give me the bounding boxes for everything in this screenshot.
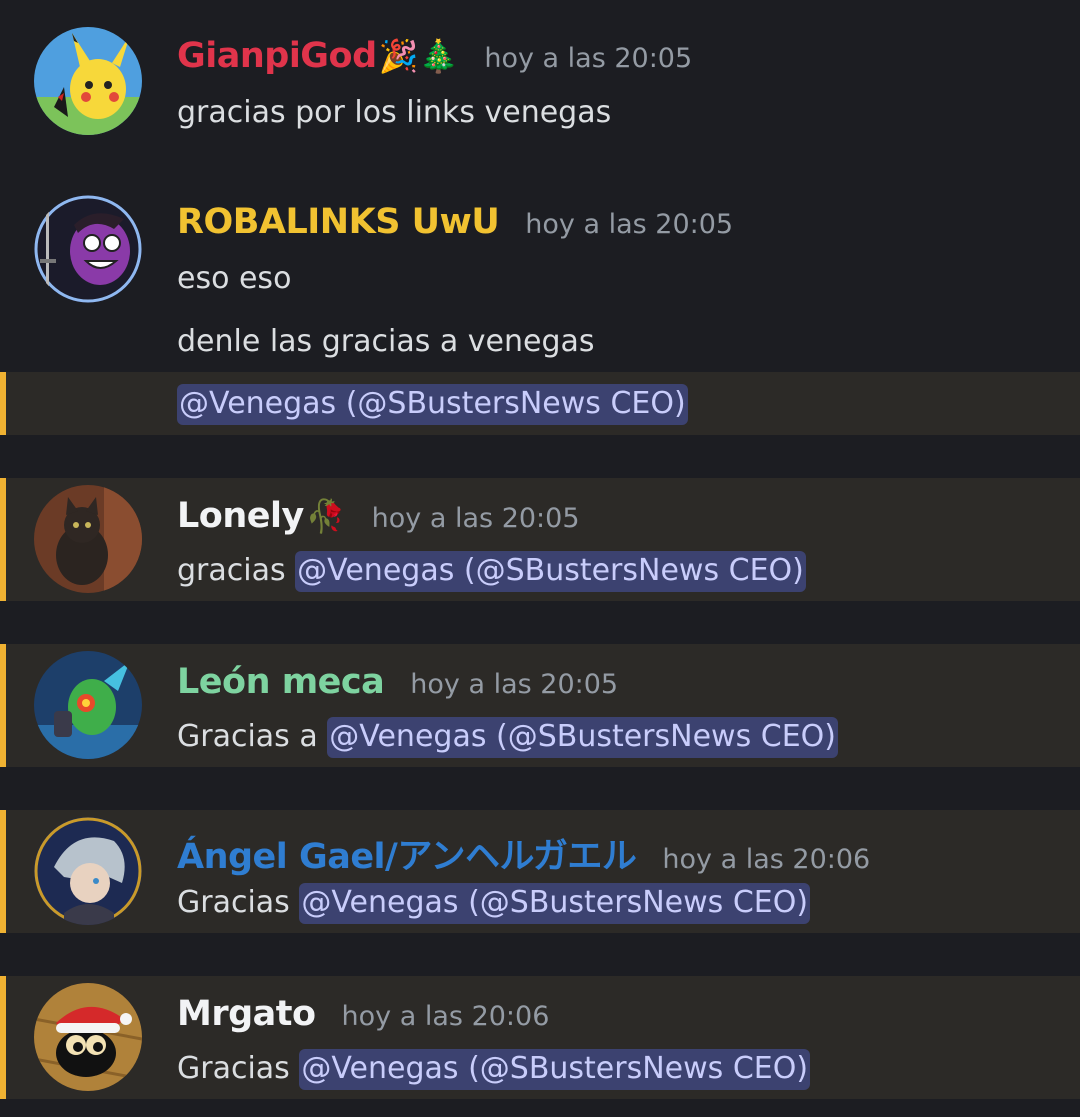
message-group: León meca hoy a las 20:05 Gracias a @Ven… bbox=[0, 644, 1080, 767]
username[interactable]: GianpiGod bbox=[177, 36, 377, 76]
user-mention[interactable]: @Venegas (@SBustersNews CEO) bbox=[295, 551, 806, 592]
timestamp[interactable]: hoy a las 20:05 bbox=[484, 43, 692, 74]
anime-character-avatar-icon[interactable] bbox=[34, 817, 142, 925]
green-robot-avatar-icon[interactable] bbox=[34, 651, 142, 759]
message-group: Ángel Gael/アンヘルガエル hoy a las 20:06 Graci… bbox=[0, 810, 1080, 933]
purple-cartoon-avatar-icon[interactable] bbox=[34, 195, 142, 303]
message-group: ROBALINKS UwU hoy a las 20:05 eso eso de… bbox=[0, 180, 1080, 372]
message-mentioned-row: @Venegas (@SBustersNews CEO) bbox=[0, 372, 1080, 435]
message-prefix: Gracias a bbox=[177, 719, 318, 754]
message-text: Gracias @Venegas (@SBustersNews CEO) bbox=[177, 883, 811, 924]
user-mention[interactable]: @Venegas (@SBustersNews CEO) bbox=[299, 1049, 811, 1090]
message-text: gracias @Venegas (@SBustersNews CEO) bbox=[177, 551, 806, 592]
username[interactable]: Mrgato bbox=[177, 994, 316, 1034]
timestamp[interactable]: hoy a las 20:05 bbox=[372, 503, 580, 534]
party-popper-christmas-tree-emoji: 🎉🎄 bbox=[378, 37, 459, 75]
user-mention[interactable]: @Venegas (@SBustersNews CEO) bbox=[177, 384, 688, 425]
message-text: gracias por los links venegas bbox=[177, 95, 612, 130]
pikachu-avatar-icon[interactable] bbox=[34, 27, 142, 135]
username[interactable]: ROBALINKS UwU bbox=[177, 202, 500, 242]
username[interactable]: León meca bbox=[177, 662, 385, 702]
message-prefix: gracias bbox=[177, 553, 286, 588]
wilted-rose-emoji: 🥀 bbox=[305, 497, 346, 535]
santa-hat-cat-avatar-icon[interactable] bbox=[34, 983, 142, 1091]
message-group: Mrgato hoy a las 20:06 Gracias @Venegas … bbox=[0, 976, 1080, 1099]
timestamp[interactable]: hoy a las 20:05 bbox=[525, 209, 733, 240]
message-group: Lonely 🥀 hoy a las 20:05 gracias @Venega… bbox=[0, 478, 1080, 601]
message-text: denle las gracias a venegas bbox=[177, 324, 595, 359]
message-text: eso eso bbox=[177, 261, 292, 296]
user-mention[interactable]: @Venegas (@SBustersNews CEO) bbox=[299, 883, 811, 924]
username[interactable]: Lonely bbox=[177, 496, 304, 536]
message-text: Gracias a @Venegas (@SBustersNews CEO) bbox=[177, 717, 838, 758]
user-mention[interactable]: @Venegas (@SBustersNews CEO) bbox=[327, 717, 838, 758]
message-prefix: Gracias bbox=[177, 885, 290, 920]
cat-avatar-icon[interactable] bbox=[34, 485, 142, 593]
message-text: @Venegas (@SBustersNews CEO) bbox=[177, 384, 688, 425]
timestamp[interactable]: hoy a las 20:05 bbox=[410, 669, 618, 700]
timestamp[interactable]: hoy a las 20:06 bbox=[662, 844, 870, 875]
message-text: Gracias @Venegas (@SBustersNews CEO) bbox=[177, 1049, 811, 1090]
username[interactable]: Ángel Gael/アンヘルガエル bbox=[177, 828, 637, 879]
timestamp[interactable]: hoy a las 20:06 bbox=[342, 1001, 550, 1032]
message-group: GianpiGod 🎉🎄 hoy a las 20:05 gracias por… bbox=[0, 0, 1080, 150]
message-prefix: Gracias bbox=[177, 1051, 290, 1086]
